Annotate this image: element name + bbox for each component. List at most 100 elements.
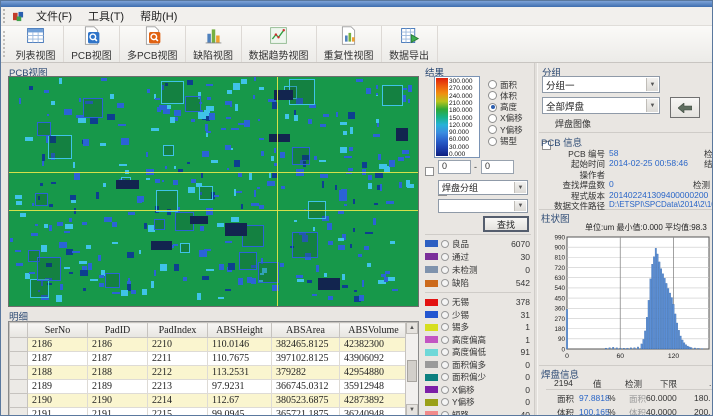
- legend-row[interactable]: 少锡31: [425, 309, 530, 320]
- pcb-component: [199, 186, 213, 200]
- prev-pad-button[interactable]: [670, 97, 700, 118]
- legend-row[interactable]: Y偏移0: [425, 397, 530, 408]
- table-row[interactable]: 218621862210110.0146382465.812542382300: [10, 338, 408, 352]
- secondary-filter-select[interactable]: ▼: [438, 199, 528, 213]
- legend-count: 0: [525, 385, 530, 395]
- table-cell: 99.0945: [208, 408, 272, 416]
- scrollbar-thumb[interactable]: [407, 360, 417, 382]
- table-row[interactable]: 219021902214112.67380523.687542873892: [10, 394, 408, 408]
- legend-divider-top: [425, 234, 531, 235]
- scroll-up-icon[interactable]: ▲: [406, 322, 418, 334]
- pcb-board-canvas[interactable]: [8, 76, 419, 307]
- toolbar-button[interactable]: 列表视图: [8, 26, 64, 62]
- legend-label: 无锡: [452, 296, 469, 308]
- group-select-value: 分组一: [546, 78, 575, 92]
- table-row[interactable]: 21912191221599.0945365721.187536240948: [10, 408, 408, 416]
- table-cell: 2187: [28, 352, 88, 366]
- toolbar-button-label: PCB视图: [71, 47, 112, 62]
- pcb-component: [83, 98, 103, 118]
- multi-pcb-view-icon: [142, 25, 163, 46]
- toolbar-button[interactable]: PCB视图: [64, 26, 120, 62]
- scroll-down-icon[interactable]: ▼: [406, 404, 418, 416]
- metric-radio-label: 锡型: [500, 135, 517, 147]
- table-row[interactable]: 21892189221397.9231366745.031235912948: [10, 380, 408, 394]
- legend-radio-icon: [441, 361, 449, 369]
- pad-metric-value: 97.8818: [579, 393, 610, 403]
- pcb-component: [78, 118, 86, 123]
- toolbar-button[interactable]: 缺陷视图: [186, 26, 242, 62]
- group-select[interactable]: 分组一 ▼: [542, 76, 660, 93]
- panel-splitter[interactable]: [534, 63, 538, 416]
- metric-radio[interactable]: X偏移: [488, 113, 534, 124]
- legend-row[interactable]: 高度偏高1: [425, 334, 530, 345]
- toolbar: 列表视图 PCB视图多PCB视图缺陷视图数据趋势视图重复性视图数据导出: [1, 26, 713, 63]
- legend-row[interactable]: 短路40: [425, 409, 530, 416]
- pad-info-col-upper: .: [709, 378, 711, 388]
- metric-radio[interactable]: 面积: [488, 79, 534, 90]
- histogram-bar: [680, 336, 682, 349]
- pcb-component: [204, 249, 211, 251]
- legend-row[interactable]: 锡多1: [425, 322, 530, 333]
- pad-metric-lower: 60.0000: [646, 393, 677, 403]
- range-from-input[interactable]: 0: [438, 160, 471, 174]
- range-to-input[interactable]: 0: [481, 160, 514, 174]
- legend-label: 未检测: [452, 264, 478, 276]
- metric-radio[interactable]: 体积: [488, 90, 534, 101]
- toolbar-button[interactable]: 数据导出: [382, 26, 438, 62]
- pcb-component: [131, 290, 136, 294]
- histogram-title: 柱状图: [541, 211, 570, 225]
- legend-row[interactable]: 无锡378: [425, 297, 530, 308]
- pcb-component: [74, 173, 80, 180]
- table-column-header[interactable]: ABSVolume: [340, 323, 408, 338]
- pcb-component: [79, 261, 87, 264]
- row-header-cell: [10, 338, 28, 352]
- detail-table-scrollbar[interactable]: ▲ ▼: [405, 322, 418, 416]
- toolbar-button[interactable]: 数据趋势视图: [242, 26, 317, 62]
- metric-radio[interactable]: 高度: [488, 102, 534, 113]
- menu-item[interactable]: 帮助(H): [132, 6, 185, 26]
- legend-row[interactable]: 未检测0: [425, 264, 530, 275]
- legend-row[interactable]: X偏移0: [425, 384, 530, 395]
- pcb-component: [386, 201, 394, 204]
- svg-text:720: 720: [554, 265, 565, 272]
- histogram-bar: [673, 304, 675, 349]
- table-column-header[interactable]: SerNo: [28, 323, 88, 338]
- table-column-header[interactable]: PadID: [88, 323, 148, 338]
- toolbar-button-label: 重复性视图: [324, 47, 374, 62]
- pcb-component: [64, 109, 72, 115]
- pcb-component: [59, 242, 67, 248]
- pcb-component: [211, 160, 218, 163]
- pcb-component: [147, 89, 150, 93]
- pcb-component: [86, 245, 91, 249]
- legend-row[interactable]: 面积偏多0: [425, 359, 530, 370]
- legend-row[interactable]: 面积偏少0: [425, 372, 530, 383]
- menu-item[interactable]: 文件(F): [28, 6, 80, 26]
- pad-metric-upper: 200.: [694, 407, 711, 416]
- table-column-header[interactable]: PadIndex: [148, 323, 208, 338]
- metric-radio[interactable]: 锡型: [488, 136, 534, 147]
- metric-radio[interactable]: Y偏移: [488, 124, 534, 135]
- pad-select[interactable]: 全部焊盘 ▼: [542, 97, 660, 114]
- table-row[interactable]: 218721872211110.7675397102.812543906092: [10, 352, 408, 366]
- pcb-component: [320, 174, 328, 178]
- find-button[interactable]: 查找: [483, 216, 529, 232]
- pcb-component: [144, 223, 147, 229]
- table-column-header[interactable]: ABSHeight: [208, 323, 272, 338]
- pcb-component: [359, 295, 364, 301]
- legend-color-swatch: [425, 324, 438, 331]
- legend-row[interactable]: 高度偏低91: [425, 347, 530, 358]
- table-row[interactable]: 218821882212113.253137928242954880: [10, 366, 408, 380]
- range-filter-checkbox[interactable]: [425, 167, 434, 176]
- table-column-header[interactable]: ABSArea: [272, 323, 340, 338]
- menu-item[interactable]: 工具(T): [80, 6, 132, 26]
- group-filter-select[interactable]: 焊盘分组 ▼: [438, 180, 528, 195]
- volume-check-label: 体积: [629, 407, 646, 416]
- toolbar-button[interactable]: 多PCB视图: [120, 26, 186, 62]
- legend-row[interactable]: 缺陷542: [425, 278, 530, 289]
- pcb-component: [373, 134, 380, 137]
- toolbar-button[interactable]: 重复性视图: [317, 26, 382, 62]
- legend-row[interactable]: 良品6070: [425, 238, 530, 249]
- table-cell: 2191: [28, 408, 88, 416]
- table-cell: 2187: [88, 352, 148, 366]
- legend-row[interactable]: 通过30: [425, 251, 530, 262]
